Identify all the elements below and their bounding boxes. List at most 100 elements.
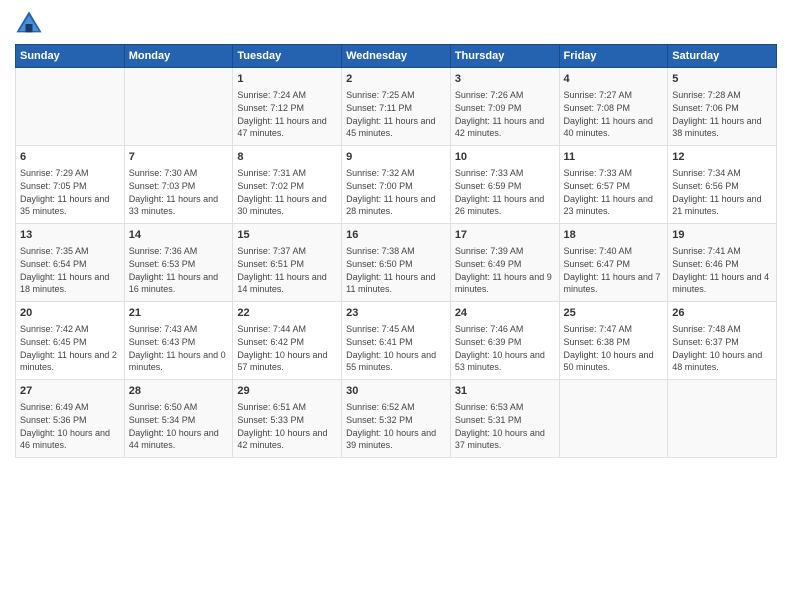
col-header-tuesday: Tuesday xyxy=(233,45,342,68)
day-number: 18 xyxy=(564,228,664,243)
day-info: Sunrise: 7:41 AM Sunset: 6:46 PM Dayligh… xyxy=(672,245,772,295)
day-info: Sunrise: 7:39 AM Sunset: 6:49 PM Dayligh… xyxy=(455,245,555,295)
day-cell: 22 Sunrise: 7:44 AM Sunset: 6:42 PM Dayli… xyxy=(233,302,342,380)
day-number: 12 xyxy=(672,150,772,165)
page-header xyxy=(15,10,777,38)
day-info: Sunrise: 7:40 AM Sunset: 6:47 PM Dayligh… xyxy=(564,245,664,295)
day-number: 22 xyxy=(237,306,337,321)
week-row-2: 6 Sunrise: 7:29 AM Sunset: 7:05 PM Daylig… xyxy=(16,146,777,224)
day-cell: 4 Sunrise: 7:27 AM Sunset: 7:08 PM Daylig… xyxy=(559,68,668,146)
day-number: 3 xyxy=(455,72,555,87)
day-cell: 19 Sunrise: 7:41 AM Sunset: 6:46 PM Dayli… xyxy=(668,224,777,302)
day-number: 28 xyxy=(129,384,229,399)
day-number: 10 xyxy=(455,150,555,165)
day-number: 23 xyxy=(346,306,446,321)
col-header-saturday: Saturday xyxy=(668,45,777,68)
day-info: Sunrise: 7:46 AM Sunset: 6:39 PM Dayligh… xyxy=(455,323,555,373)
day-info: Sunrise: 7:42 AM Sunset: 6:45 PM Dayligh… xyxy=(20,323,120,373)
header-row: SundayMondayTuesdayWednesdayThursdayFrid… xyxy=(16,45,777,68)
day-cell: 26 Sunrise: 7:48 AM Sunset: 6:37 PM Dayli… xyxy=(668,302,777,380)
day-cell xyxy=(16,68,125,146)
day-number: 14 xyxy=(129,228,229,243)
day-info: Sunrise: 7:45 AM Sunset: 6:41 PM Dayligh… xyxy=(346,323,446,373)
day-info: Sunrise: 7:26 AM Sunset: 7:09 PM Dayligh… xyxy=(455,89,555,139)
day-cell: 18 Sunrise: 7:40 AM Sunset: 6:47 PM Dayli… xyxy=(559,224,668,302)
col-header-sunday: Sunday xyxy=(16,45,125,68)
day-cell: 16Sunrise: 7:38 AM Sunset: 6:50 PM Dayli… xyxy=(342,224,451,302)
day-number: 8 xyxy=(237,150,337,165)
day-info: Sunrise: 7:44 AM Sunset: 6:42 PM Dayligh… xyxy=(237,323,337,373)
day-info: Sunrise: 7:27 AM Sunset: 7:08 PM Dayligh… xyxy=(564,89,664,139)
day-number: 16 xyxy=(346,228,446,243)
day-info: Sunrise: 7:47 AM Sunset: 6:38 PM Dayligh… xyxy=(564,323,664,373)
day-number: 1 xyxy=(237,72,337,87)
day-cell xyxy=(559,380,668,458)
day-info: Sunrise: 6:51 AM Sunset: 5:33 PM Dayligh… xyxy=(237,401,337,451)
day-cell: 15 Sunrise: 7:37 AM Sunset: 6:51 PM Dayli… xyxy=(233,224,342,302)
day-number: 2 xyxy=(346,72,446,87)
week-row-1: 1 Sunrise: 7:24 AM Sunset: 7:12 PM Daylig… xyxy=(16,68,777,146)
day-number: 27 xyxy=(20,384,120,399)
day-info: Sunrise: 7:37 AM Sunset: 6:51 PM Dayligh… xyxy=(237,245,337,295)
day-info: Sunrise: 7:28 AM Sunset: 7:06 PM Dayligh… xyxy=(672,89,772,139)
day-info: Sunrise: 6:52 AM Sunset: 5:32 PM Dayligh… xyxy=(346,401,446,451)
col-header-friday: Friday xyxy=(559,45,668,68)
calendar-table: SundayMondayTuesdayWednesdayThursdayFrid… xyxy=(15,44,777,458)
logo-icon xyxy=(15,10,43,38)
day-info: Sunrise: 7:32 AM Sunset: 7:00 PM Dayligh… xyxy=(346,167,446,217)
day-cell: 13 Sunrise: 7:35 AM Sunset: 6:54 PM Dayli… xyxy=(16,224,125,302)
day-info: Sunrise: 7:36 AM Sunset: 6:53 PM Dayligh… xyxy=(129,245,229,295)
day-cell xyxy=(124,68,233,146)
day-number: 21 xyxy=(129,306,229,321)
day-number: 15 xyxy=(237,228,337,243)
day-number: 6 xyxy=(20,150,120,165)
day-number: 9 xyxy=(346,150,446,165)
day-cell: 30Sunrise: 6:52 AM Sunset: 5:32 PM Dayli… xyxy=(342,380,451,458)
day-number: 17 xyxy=(455,228,555,243)
logo xyxy=(15,10,46,38)
day-info: Sunrise: 6:50 AM Sunset: 5:34 PM Dayligh… xyxy=(129,401,229,451)
day-cell: 14 Sunrise: 7:36 AM Sunset: 6:53 PM Dayli… xyxy=(124,224,233,302)
day-cell: 29 Sunrise: 6:51 AM Sunset: 5:33 PM Dayli… xyxy=(233,380,342,458)
day-number: 19 xyxy=(672,228,772,243)
day-cell: 10 Sunrise: 7:33 AM Sunset: 6:59 PM Dayli… xyxy=(450,146,559,224)
day-cell: 9 Sunrise: 7:32 AM Sunset: 7:00 PM Daylig… xyxy=(342,146,451,224)
day-info: Sunrise: 7:48 AM Sunset: 6:37 PM Dayligh… xyxy=(672,323,772,373)
day-cell: 11Sunrise: 7:33 AM Sunset: 6:57 PM Dayli… xyxy=(559,146,668,224)
day-info: Sunrise: 7:24 AM Sunset: 7:12 PM Dayligh… xyxy=(237,89,337,139)
day-number: 25 xyxy=(564,306,664,321)
col-header-wednesday: Wednesday xyxy=(342,45,451,68)
day-number: 4 xyxy=(564,72,664,87)
day-cell: 1 Sunrise: 7:24 AM Sunset: 7:12 PM Daylig… xyxy=(233,68,342,146)
day-number: 29 xyxy=(237,384,337,399)
day-cell: 2 Sunrise: 7:25 AM Sunset: 7:11 PM Daylig… xyxy=(342,68,451,146)
day-cell: 28 Sunrise: 6:50 AM Sunset: 5:34 PM Dayli… xyxy=(124,380,233,458)
day-info: Sunrise: 7:33 AM Sunset: 6:59 PM Dayligh… xyxy=(455,167,555,217)
page-container: SundayMondayTuesdayWednesdayThursdayFrid… xyxy=(0,0,792,468)
day-cell: 27 Sunrise: 6:49 AM Sunset: 5:36 PM Dayli… xyxy=(16,380,125,458)
day-info: Sunrise: 7:25 AM Sunset: 7:11 PM Dayligh… xyxy=(346,89,446,139)
week-row-4: 20Sunrise: 7:42 AM Sunset: 6:45 PM Dayli… xyxy=(16,302,777,380)
day-cell: 7Sunrise: 7:30 AM Sunset: 7:03 PM Daylig… xyxy=(124,146,233,224)
day-number: 13 xyxy=(20,228,120,243)
day-cell: 23 Sunrise: 7:45 AM Sunset: 6:41 PM Dayli… xyxy=(342,302,451,380)
day-info: Sunrise: 7:34 AM Sunset: 6:56 PM Dayligh… xyxy=(672,167,772,217)
day-info: Sunrise: 7:29 AM Sunset: 7:05 PM Dayligh… xyxy=(20,167,120,217)
day-number: 24 xyxy=(455,306,555,321)
day-info: Sunrise: 7:35 AM Sunset: 6:54 PM Dayligh… xyxy=(20,245,120,295)
day-cell: 17 Sunrise: 7:39 AM Sunset: 6:49 PM Dayli… xyxy=(450,224,559,302)
week-row-3: 13 Sunrise: 7:35 AM Sunset: 6:54 PM Dayli… xyxy=(16,224,777,302)
day-number: 26 xyxy=(672,306,772,321)
day-number: 7 xyxy=(129,150,229,165)
day-info: Sunrise: 6:49 AM Sunset: 5:36 PM Dayligh… xyxy=(20,401,120,451)
day-cell: 3 Sunrise: 7:26 AM Sunset: 7:09 PM Daylig… xyxy=(450,68,559,146)
day-cell: 31 Sunrise: 6:53 AM Sunset: 5:31 PM Dayli… xyxy=(450,380,559,458)
day-info: Sunrise: 7:31 AM Sunset: 7:02 PM Dayligh… xyxy=(237,167,337,217)
day-number: 31 xyxy=(455,384,555,399)
col-header-monday: Monday xyxy=(124,45,233,68)
day-cell: 5Sunrise: 7:28 AM Sunset: 7:06 PM Daylig… xyxy=(668,68,777,146)
day-cell: 21Sunrise: 7:43 AM Sunset: 6:43 PM Dayli… xyxy=(124,302,233,380)
day-info: Sunrise: 6:53 AM Sunset: 5:31 PM Dayligh… xyxy=(455,401,555,451)
day-cell: 24 Sunrise: 7:46 AM Sunset: 6:39 PM Dayli… xyxy=(450,302,559,380)
day-info: Sunrise: 7:33 AM Sunset: 6:57 PM Dayligh… xyxy=(564,167,664,217)
